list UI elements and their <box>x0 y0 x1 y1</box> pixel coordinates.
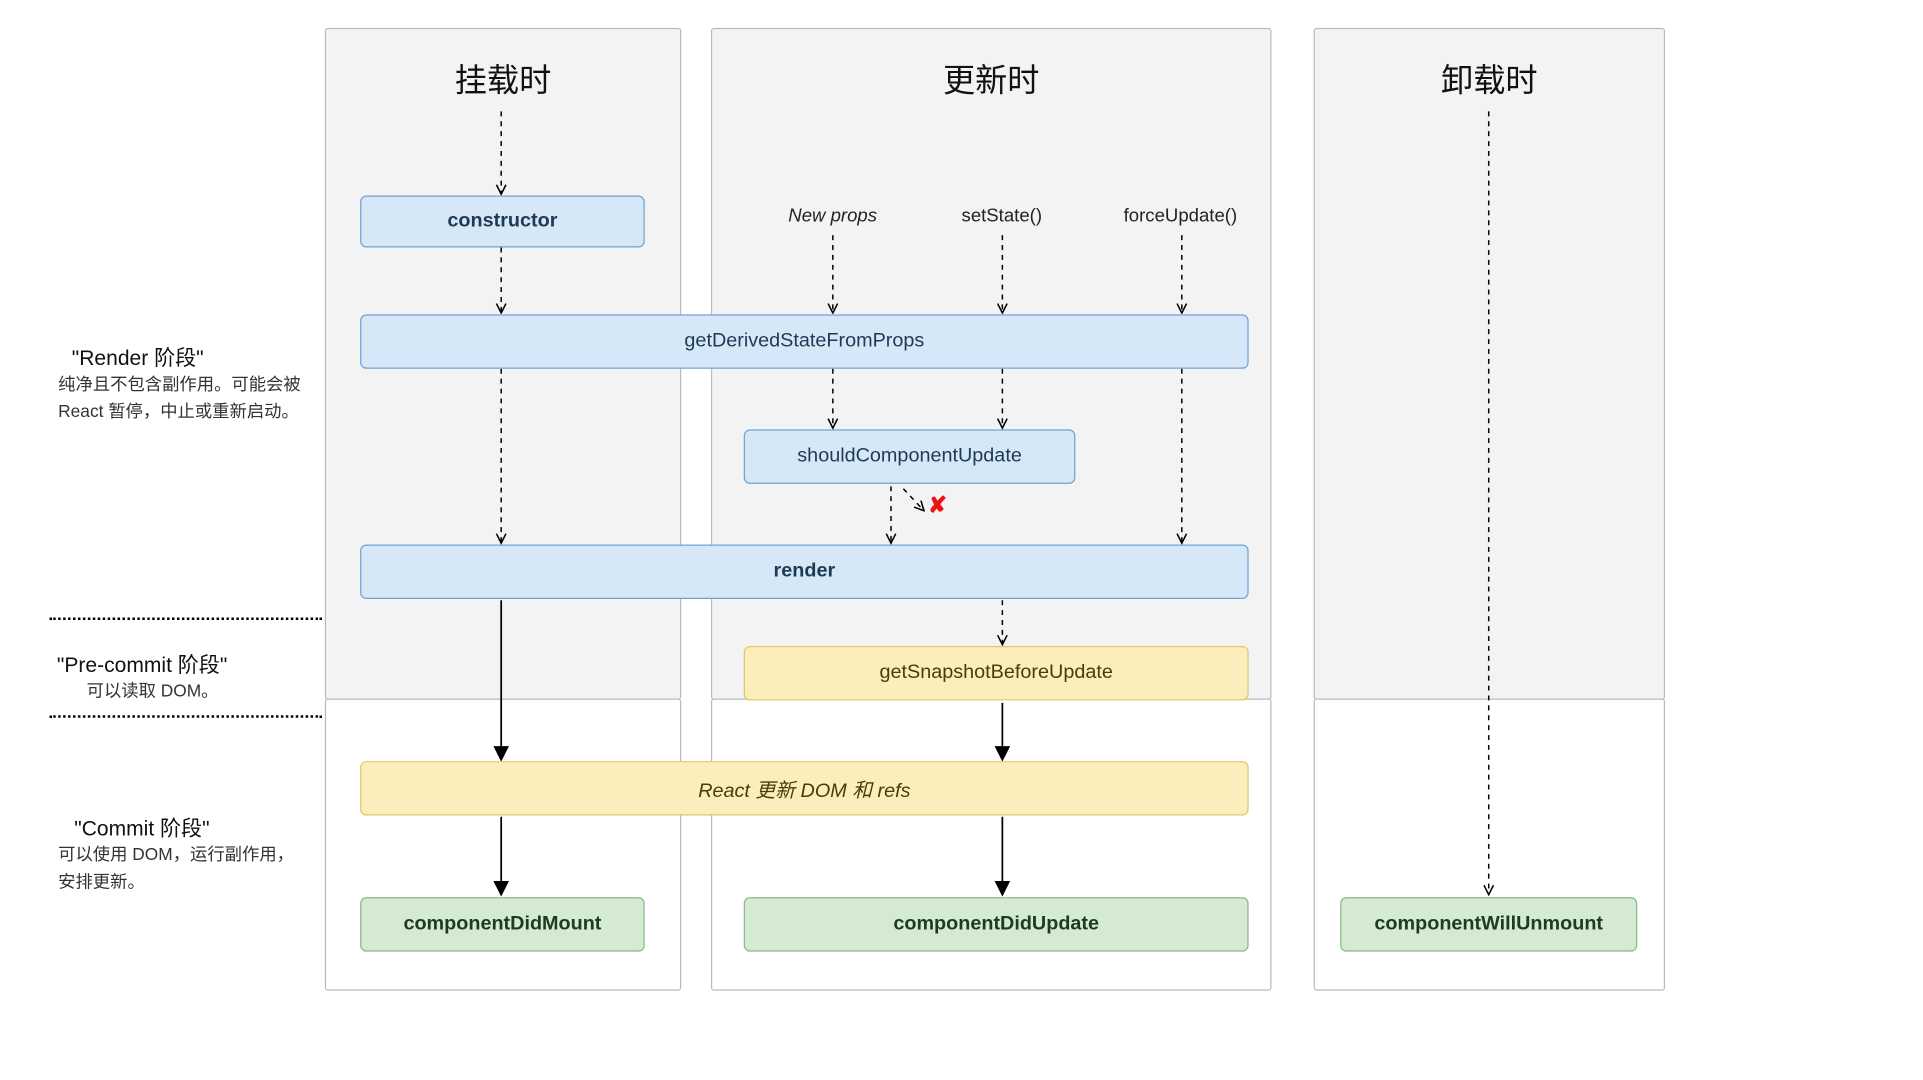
phase-render-desc: 纯净且不包含副作用。可能会被 React 暂停，中止或重新启动。 <box>58 371 305 425</box>
node-constructor[interactable]: constructor <box>360 196 645 248</box>
node-cdm[interactable]: componentDidMount <box>360 897 645 951</box>
phase-commit-title: "Commit 阶段" <box>74 811 209 842</box>
cancel-mark: ✘ <box>928 493 947 519</box>
phase-precommit-title: "Pre-commit 阶段" <box>57 647 227 678</box>
node-gsbu[interactable]: getSnapshotBeforeUpdate <box>744 646 1249 700</box>
phase-precommit-desc: 可以读取 DOM。 <box>87 678 310 705</box>
col-mount-title: 挂载时 <box>325 56 680 102</box>
node-scu[interactable]: shouldComponentUpdate <box>744 429 1076 483</box>
node-gdsfp[interactable]: getDerivedStateFromProps <box>360 314 1249 368</box>
col-unmount-bg <box>1314 28 1664 990</box>
trigger-setstate: setState() <box>962 205 1042 226</box>
dotted-sep-1 <box>50 618 322 620</box>
col-update-title: 更新时 <box>712 56 1271 102</box>
phase-render-title: "Render 阶段" <box>72 340 204 371</box>
node-react-update: React 更新 DOM 和 refs <box>360 761 1249 815</box>
col-mount-bg <box>325 28 680 990</box>
col-unmount-title: 卸载时 <box>1314 56 1664 102</box>
dotted-sep-2 <box>50 715 322 717</box>
phase-commit-desc: 可以使用 DOM，运行副作用，安排更新。 <box>58 841 299 895</box>
node-cwu[interactable]: componentWillUnmount <box>1340 897 1637 951</box>
node-render[interactable]: render <box>360 545 1249 599</box>
node-cdu[interactable]: componentDidUpdate <box>744 897 1249 951</box>
col-update-bg <box>712 28 1271 990</box>
trigger-forceupdate: forceUpdate() <box>1124 205 1238 226</box>
trigger-newprops: New props <box>788 205 877 226</box>
